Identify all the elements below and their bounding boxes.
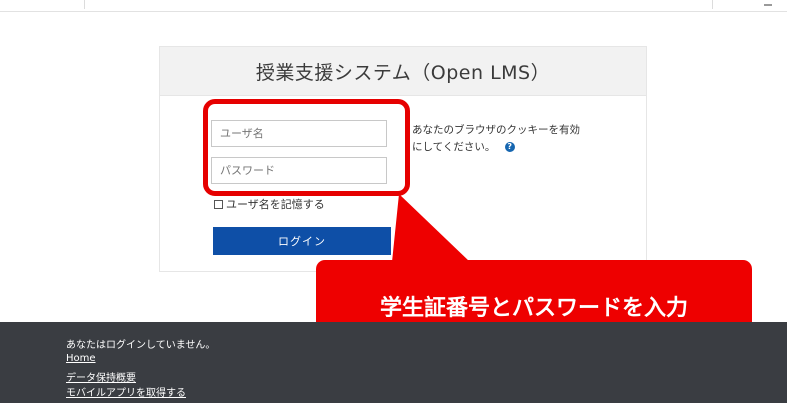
footer-link-data-retention[interactable]: データ保持概要 — [66, 369, 136, 384]
footer-link-mobile-app[interactable]: モバイルアプリを取得する — [66, 384, 186, 399]
footer-link-home[interactable]: Home — [66, 353, 96, 364]
callout-text: 学生証番号とパスワードを入力 — [379, 295, 688, 321]
footer: あなたはログインしていません。 Home データ保持概要 モバイルアプリを取得す… — [0, 322, 787, 403]
login-status: あなたはログインしていません。 — [66, 340, 216, 351]
